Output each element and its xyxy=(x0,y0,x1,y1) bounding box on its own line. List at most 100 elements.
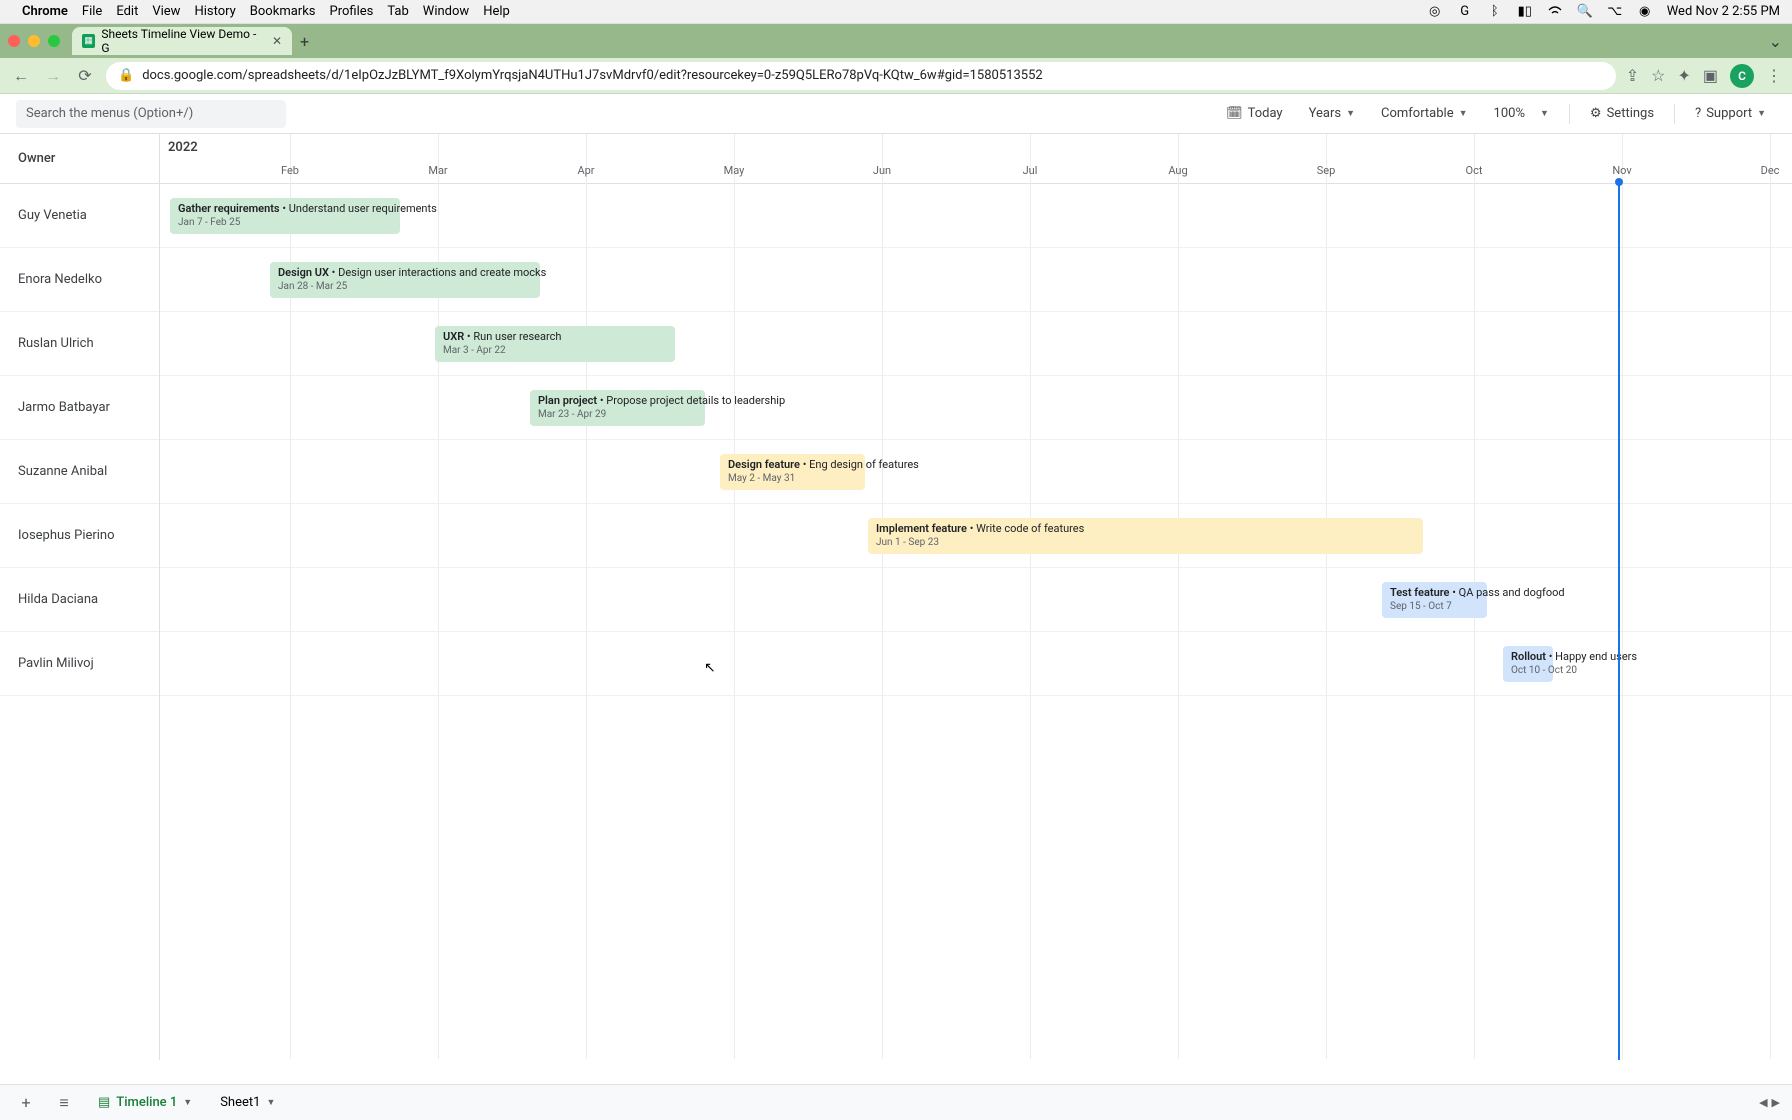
close-tab-icon[interactable]: ✕ xyxy=(272,34,282,48)
close-window-button[interactable] xyxy=(8,35,20,47)
month-label: May xyxy=(724,164,745,177)
task-title: Plan project xyxy=(538,394,597,407)
task-bar[interactable]: Plan project • Propose project details t… xyxy=(530,390,705,426)
sheets-toolbar: Search the menus (Option+/) 🗓 Today Year… xyxy=(0,94,1792,134)
task-desc: • Happy end users xyxy=(1549,650,1637,663)
task-desc: • Design user interactions and create mo… xyxy=(332,266,547,279)
spotlight-icon[interactable]: 🔍 xyxy=(1577,4,1593,20)
tab-overflow-icon[interactable]: ⌄ xyxy=(1769,32,1782,51)
zoom-select[interactable]: 100% ▼ xyxy=(1484,100,1559,128)
menu-help[interactable]: Help xyxy=(483,4,510,19)
menu-profiles[interactable]: Profiles xyxy=(330,4,374,19)
month-label: Oct xyxy=(1466,164,1483,177)
gear-icon: ⚙ xyxy=(1590,106,1602,121)
task-bar[interactable]: UXR • Run user researchMar 3 - Apr 22 xyxy=(435,326,675,362)
sheet-tabs-bar: + ≡ ▤Timeline 1▼ Sheet1▼ ◀ ▶ xyxy=(0,1084,1792,1120)
chevron-down-icon[interactable]: ▼ xyxy=(266,1097,275,1108)
timeline-grid[interactable]: 2022 FebMarAprMayJunJulAugSepOctNovDec G… xyxy=(160,134,1792,1060)
owner-row[interactable]: Pavlin Milivoj xyxy=(0,632,159,696)
side-panel-icon[interactable]: ▣ xyxy=(1703,66,1718,85)
owner-row[interactable]: Iosephus Pierino xyxy=(0,504,159,568)
chevron-down-icon: ▼ xyxy=(1346,108,1355,119)
task-desc: • Understand user requirements xyxy=(282,202,436,215)
maximize-window-button[interactable] xyxy=(48,35,60,47)
add-sheet-button[interactable]: + xyxy=(12,1089,40,1117)
extensions-icon[interactable]: ✦ xyxy=(1677,66,1690,85)
owner-row[interactable]: Enora Nedelko xyxy=(0,248,159,312)
owner-row[interactable]: Jarmo Batbayar xyxy=(0,376,159,440)
density-select[interactable]: Comfortable ▼ xyxy=(1371,100,1478,128)
owner-row[interactable]: Suzanne Anibal xyxy=(0,440,159,504)
task-dates: Jun 1 - Sep 23 xyxy=(876,537,1415,548)
task-title: Implement feature xyxy=(876,522,967,535)
sheet-tab[interactable]: ▤Timeline 1▼ xyxy=(88,1089,202,1117)
calendar-icon: 🗓 xyxy=(1226,106,1243,121)
sheet-nav-right[interactable]: ▶ xyxy=(1772,1096,1780,1109)
sheet-nav-left[interactable]: ◀ xyxy=(1759,1096,1767,1109)
menu-view[interactable]: View xyxy=(152,4,180,19)
all-sheets-button[interactable]: ≡ xyxy=(50,1089,78,1117)
new-tab-button[interactable]: + xyxy=(300,32,309,51)
owner-row[interactable]: Ruslan Ulrich xyxy=(0,312,159,376)
siri-icon[interactable]: ◉ xyxy=(1637,4,1653,20)
divider xyxy=(1569,104,1570,124)
task-bar[interactable]: Test feature • QA pass and dogfoodSep 15… xyxy=(1382,582,1487,618)
app-name[interactable]: Chrome xyxy=(22,4,68,19)
grid-row: Plan project • Propose project details t… xyxy=(160,376,1792,440)
browser-tab[interactable]: ▦ Sheets Timeline View Demo - G ✕ xyxy=(72,27,292,55)
forward-button[interactable]: → xyxy=(42,65,64,87)
menu-window[interactable]: Window xyxy=(423,4,469,19)
macos-menubar: Chrome File Edit View History Bookmarks … xyxy=(0,0,1792,24)
cast-icon[interactable]: ◎ xyxy=(1427,4,1443,20)
profile-avatar[interactable]: C xyxy=(1730,64,1754,88)
window-controls xyxy=(8,35,60,47)
settings-button[interactable]: ⚙ Settings xyxy=(1580,100,1664,128)
task-title: Gather requirements xyxy=(178,202,280,215)
chevron-down-icon: ▼ xyxy=(1757,108,1766,119)
chrome-menu-icon[interactable]: ⋮ xyxy=(1766,66,1782,85)
density-label: Comfortable xyxy=(1381,106,1454,121)
task-dates: Sep 15 - Oct 7 xyxy=(1390,601,1479,612)
menubar-datetime[interactable]: Wed Nov 2 2:55 PM xyxy=(1667,4,1780,19)
owner-row[interactable]: Guy Venetia xyxy=(0,184,159,248)
menu-edit[interactable]: Edit xyxy=(116,4,138,19)
sheet-tab[interactable]: Sheet1▼ xyxy=(210,1089,285,1117)
task-bar[interactable]: Implement feature • Write code of featur… xyxy=(868,518,1423,554)
sheets-favicon-icon: ▦ xyxy=(82,34,95,48)
url-input[interactable]: 🔒 docs.google.com/spreadsheets/d/1eIpOzJ… xyxy=(106,62,1616,90)
divider xyxy=(1674,104,1675,124)
grid-rows: Gather requirements • Understand user re… xyxy=(160,184,1792,696)
menu-bookmarks[interactable]: Bookmarks xyxy=(250,4,316,19)
month-label: Jun xyxy=(873,164,891,177)
menu-tab[interactable]: Tab xyxy=(387,4,408,19)
minimize-window-button[interactable] xyxy=(28,35,40,47)
menu-file[interactable]: File xyxy=(82,4,102,19)
google-icon[interactable]: G xyxy=(1457,4,1473,20)
support-button[interactable]: ? Support ▼ xyxy=(1685,100,1776,128)
scale-select[interactable]: Years ▼ xyxy=(1299,100,1365,128)
wifi-icon[interactable] xyxy=(1547,4,1563,20)
bookmark-icon[interactable]: ☆ xyxy=(1651,66,1665,85)
share-icon[interactable]: ⇪ xyxy=(1626,66,1639,85)
grid-row: Rollout • Happy end usersOct 10 - Oct 20 xyxy=(160,632,1792,696)
month-label: Aug xyxy=(1168,164,1187,177)
today-button[interactable]: 🗓 Today xyxy=(1216,100,1293,128)
task-bar[interactable]: Rollout • Happy end usersOct 10 - Oct 20 xyxy=(1503,646,1553,682)
battery-icon[interactable]: ▮▯ xyxy=(1517,4,1533,20)
bluetooth-icon[interactable]: ᛒ xyxy=(1487,4,1503,20)
search-menus-input[interactable]: Search the menus (Option+/) xyxy=(16,100,286,128)
owner-row[interactable]: Hilda Daciana xyxy=(0,568,159,632)
back-button[interactable]: ← xyxy=(10,65,32,87)
reload-button[interactable]: ⟳ xyxy=(74,65,96,87)
menu-history[interactable]: History xyxy=(194,4,235,19)
month-label: Sep xyxy=(1317,164,1336,177)
control-center-icon[interactable]: ⌥ xyxy=(1607,4,1623,20)
task-bar[interactable]: Design feature • Eng design of featuresM… xyxy=(720,454,865,490)
grid-row: Design feature • Eng design of featuresM… xyxy=(160,440,1792,504)
task-bar[interactable]: Gather requirements • Understand user re… xyxy=(170,198,400,234)
task-bar[interactable]: Design UX • Design user interactions and… xyxy=(270,262,540,298)
cursor-icon: ↖ xyxy=(704,660,716,676)
task-dates: Oct 10 - Oct 20 xyxy=(1511,665,1545,676)
browser-addressbar: ← → ⟳ 🔒 docs.google.com/spreadsheets/d/1… xyxy=(0,58,1792,94)
chevron-down-icon[interactable]: ▼ xyxy=(183,1097,192,1108)
